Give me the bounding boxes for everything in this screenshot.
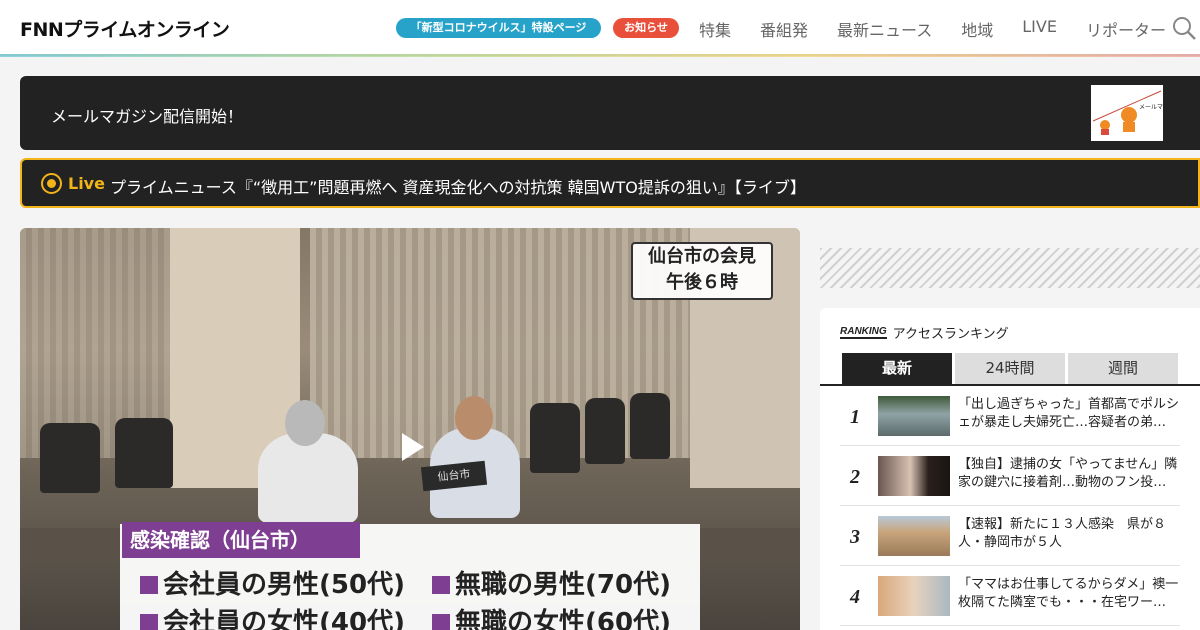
nav-item-programs[interactable]: 番組発	[760, 17, 808, 41]
chair	[40, 423, 100, 493]
official-person	[258, 433, 358, 523]
live-headline: プライムニュース『“徴用工”問題再燃へ 資産現金化への対抗策 韓国WTO提訴の狙…	[110, 178, 806, 197]
rank-thumbnail	[878, 456, 950, 496]
ranking-title: RANKING アクセスランキング	[840, 323, 1009, 342]
rank-headline: 「ママはお仕事してるからダメ」襖一枚隔てた隣室でも・・・在宅ワー…	[958, 577, 1179, 610]
person-head	[455, 396, 493, 440]
rank-thumbnail	[878, 576, 950, 616]
rank-number: 1	[850, 406, 860, 428]
tab-weekly[interactable]: 週間	[1068, 353, 1178, 384]
mail-banner-image: メールマガジン 編集部ピックアップ	[1091, 85, 1200, 141]
nav-item-features[interactable]: 特集	[699, 17, 731, 41]
main-nav: 特集 番組発 最新ニュース 地域 LIVE リポーター	[699, 17, 1195, 41]
person-head	[285, 400, 325, 446]
tab-24h[interactable]: 24時間	[955, 353, 1065, 384]
chair	[585, 398, 625, 464]
rank-thumbnail	[878, 396, 950, 436]
chair	[630, 393, 670, 459]
mascot-illustration: メールマガジン 編集部ピックアップ	[1091, 85, 1200, 141]
overlay-line-2: 午後６時	[666, 272, 738, 293]
ranking-item[interactable]: 1 「出し過ぎちゃった」首都高でポルシェが暴走し夫婦死亡…容疑者の弟…	[840, 386, 1180, 446]
rank-headline: 「出し過ぎちゃった」首都高でポルシェが暴走し夫婦死亡…容疑者の弟…	[958, 397, 1180, 430]
logo-text: FNNプライムオンライン	[20, 18, 230, 41]
nav-item-latest-news[interactable]: 最新ニュース	[837, 17, 932, 41]
mail-magazine-banner[interactable]: メールマガジン配信開始！ メールマガジン 編集部ピックアップ	[20, 76, 1200, 150]
ranking-tabs: 最新 24時間 週間	[842, 353, 1181, 384]
mail-image-caption: メールマガジン 編集部ピックアップ	[1139, 103, 1163, 111]
search-icon[interactable]	[1172, 16, 1196, 40]
video-player[interactable]: 仙台市の会見 午後６時 仙台市 感染確認（仙台市） 会社員の男性(50代) 無職…	[20, 228, 800, 630]
caption-heading: 感染確認（仙台市）	[122, 522, 360, 558]
caption-item: 無職の女性(60代)	[432, 602, 671, 630]
ranking-item[interactable]: 3 【速報】新たに１３人感染 県が８人・静岡市が５人	[840, 506, 1180, 566]
ranking-item[interactable]: 4 「ママはお仕事してるからダメ」襖一枚隔てた隣室でも・・・在宅ワー…	[840, 566, 1180, 626]
rank-headline: 【独自】逮捕の女「やってません」隣家の鍵穴に接着剤…動物のフン投…	[958, 457, 1178, 490]
rank-thumbnail	[878, 516, 950, 556]
caption-item: 会社員の男性(50代)	[140, 564, 405, 601]
rank-headline: 【速報】新たに１３人感染 県が８人・静岡市が５人	[958, 517, 1167, 550]
site-header: FNNプライムオンライン 「新型コロナウイルス」特設ページ お知らせ 特集 番組…	[0, 0, 1200, 56]
rank-number: 3	[850, 526, 860, 548]
caption-item: 無職の男性(70代)	[432, 564, 671, 601]
caption-item: 会社員の女性(40代)	[140, 602, 405, 630]
ranking-tag: RANKING	[840, 326, 887, 339]
chair	[115, 418, 173, 488]
live-eye-icon	[41, 173, 62, 194]
site-logo[interactable]: FNNプライムオンライン	[20, 17, 230, 41]
play-icon[interactable]	[402, 433, 424, 461]
live-label: Live	[68, 174, 105, 193]
header-accent-line	[0, 54, 1200, 57]
rank-number: 2	[850, 466, 860, 488]
ad-placeholder	[820, 248, 1200, 288]
chair	[530, 403, 580, 473]
access-ranking-panel: RANKING アクセスランキング 最新 24時間 週間 1 「出し過ぎちゃった…	[820, 308, 1200, 630]
notice-link[interactable]: お知らせ	[613, 18, 679, 38]
live-news-bar[interactable]: Live プライムニュース『“徴用工”問題再燃へ 資産現金化への対抗策 韓国WT…	[20, 158, 1200, 208]
mail-banner-text: メールマガジン配信開始！	[51, 107, 244, 126]
ranking-heading: アクセスランキング	[892, 327, 1009, 342]
tab-latest[interactable]: 最新	[842, 353, 952, 384]
corona-special-link[interactable]: 「新型コロナウイルス」特設ページ	[396, 18, 601, 38]
nav-item-reporters[interactable]: リポーター	[1086, 17, 1166, 41]
nav-item-region[interactable]: 地域	[961, 17, 993, 41]
ranking-item[interactable]: 2 【独自】逮捕の女「やってません」隣家の鍵穴に接着剤…動物のフン投…	[840, 446, 1180, 506]
rank-number: 4	[850, 586, 860, 608]
video-overlay-time: 仙台市の会見 午後６時	[631, 242, 773, 300]
overlay-line-1: 仙台市の会見	[648, 246, 756, 267]
nav-item-live[interactable]: LIVE	[1022, 17, 1057, 41]
